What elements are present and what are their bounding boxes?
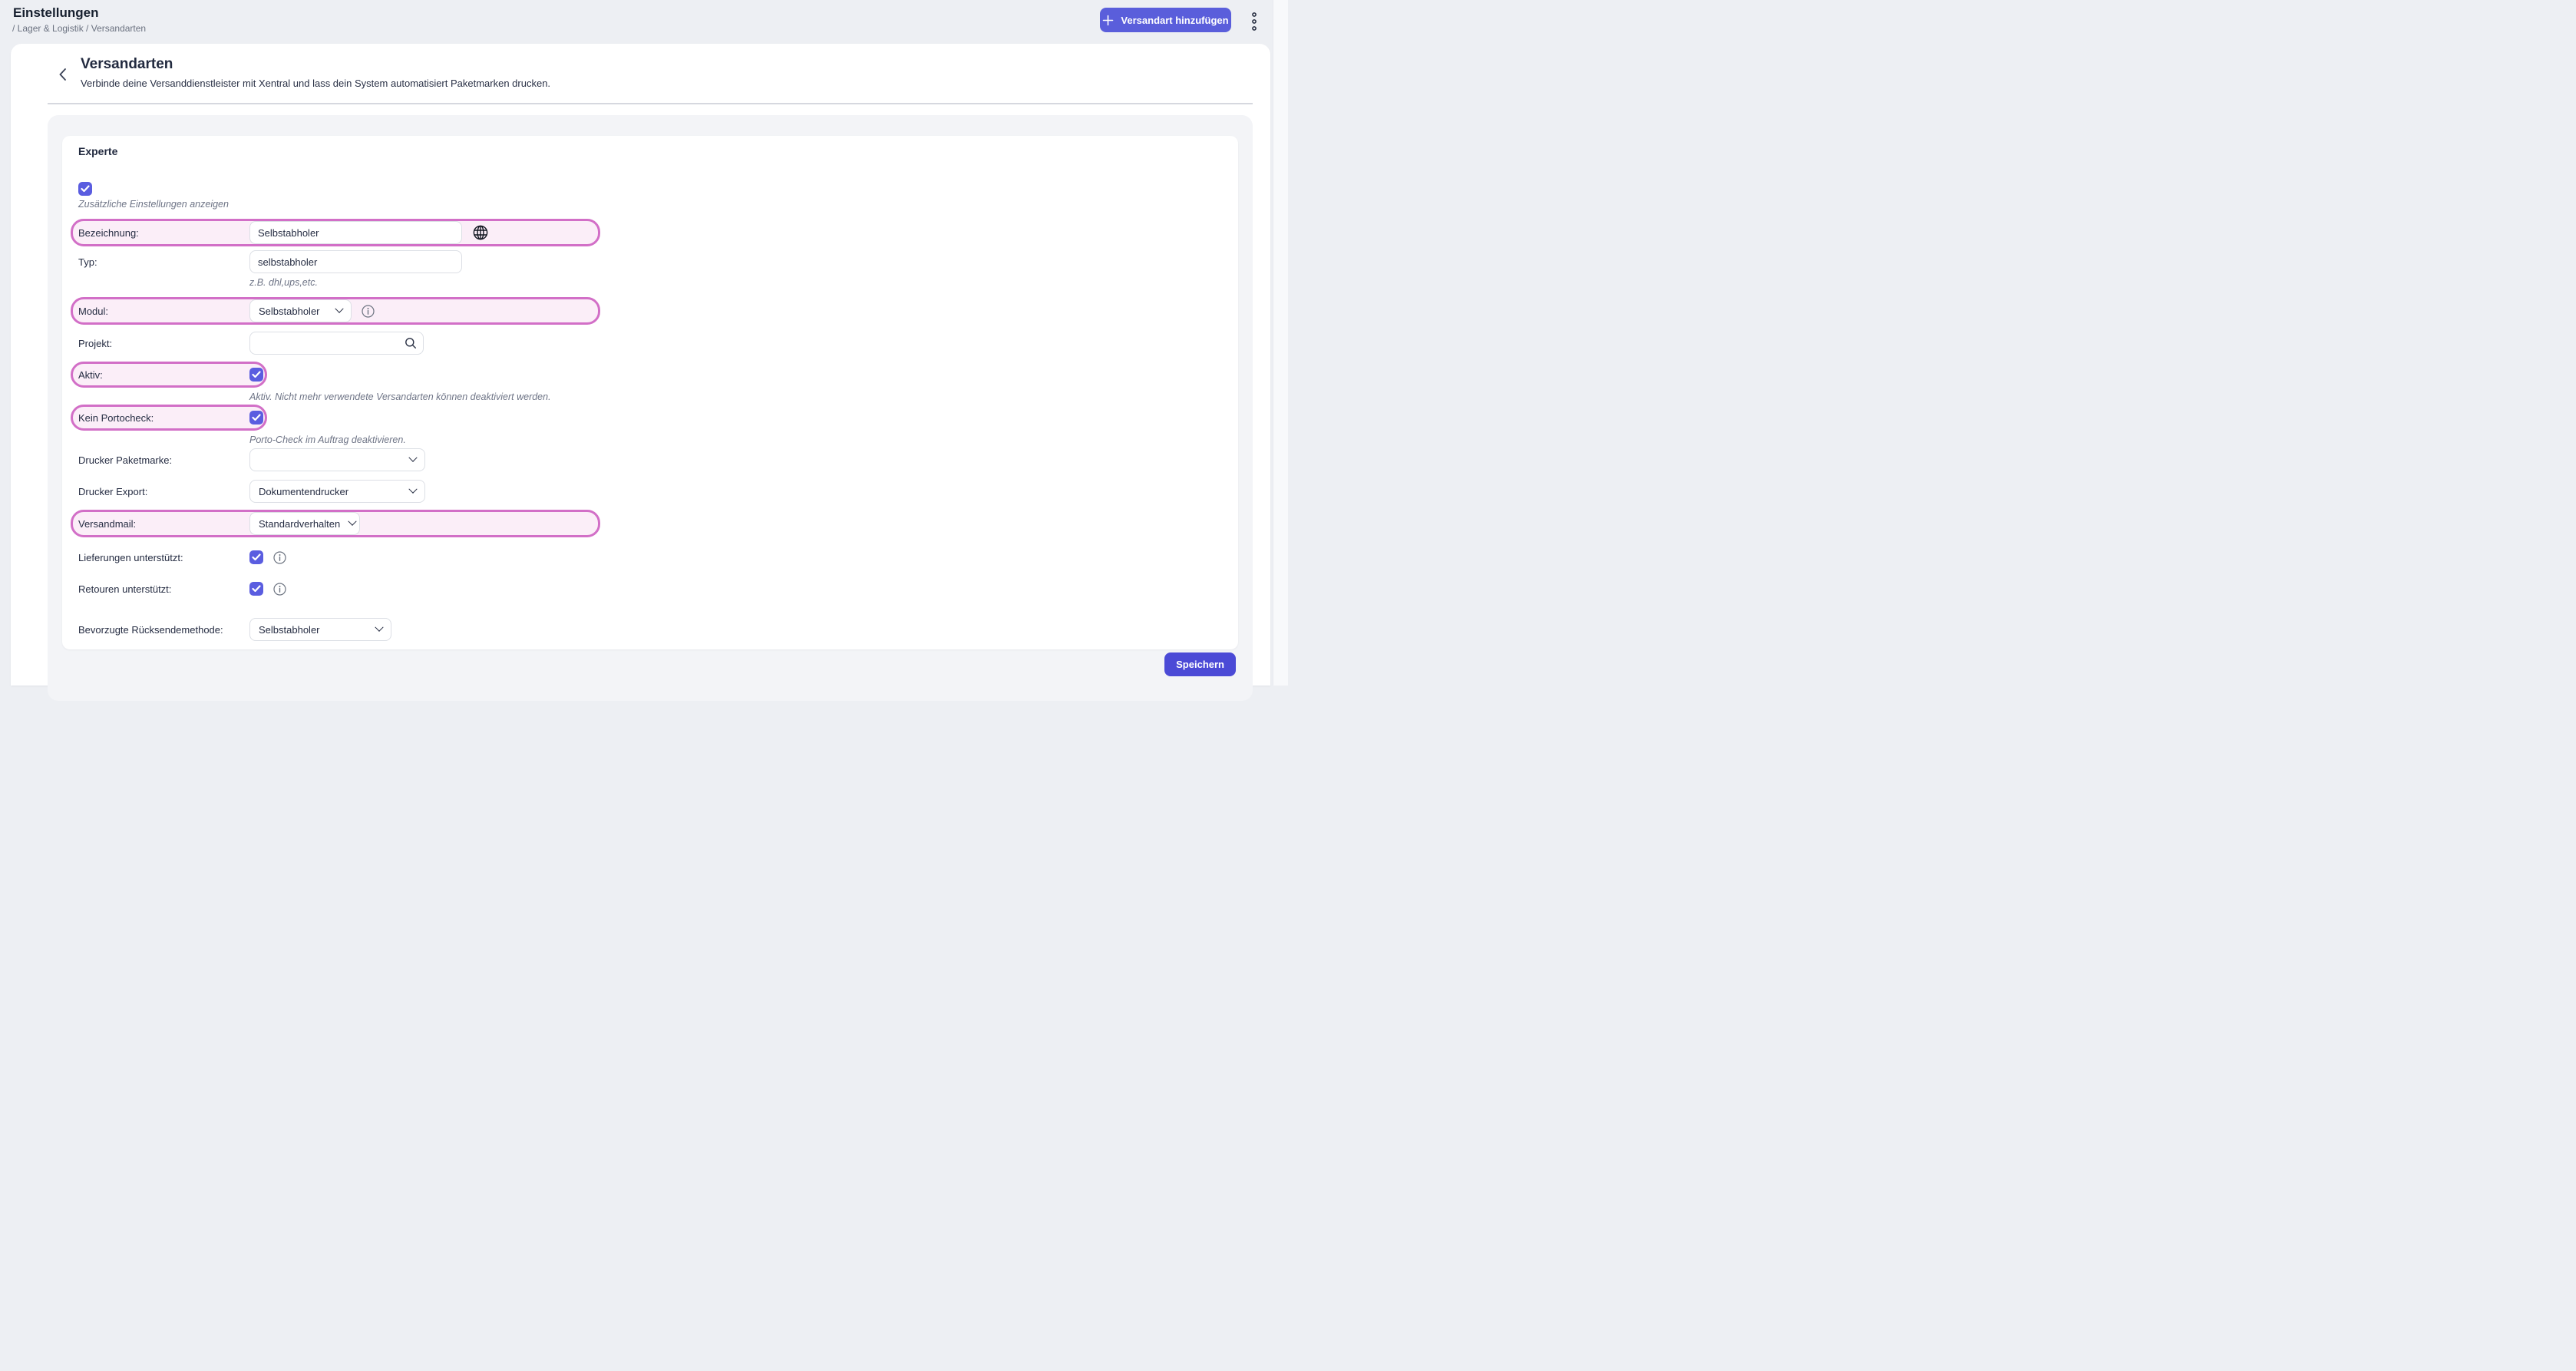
drucker-export-select[interactable]: Dokumentendrucker	[249, 480, 425, 503]
plus-icon	[1102, 15, 1114, 26]
save-button[interactable]: Speichern	[1164, 652, 1236, 676]
chevron-down-icon	[348, 517, 357, 526]
check-icon	[252, 553, 261, 561]
back-button[interactable]	[54, 67, 70, 84]
card-subtitle: Verbinde deine Versanddienstleister mit …	[81, 78, 550, 89]
field-row-versandmail: Versandmail: Standardverhalten	[71, 510, 600, 537]
projekt-label: Projekt:	[78, 338, 249, 349]
bezeichnung-label: Bezeichnung:	[78, 227, 249, 239]
page-header: Einstellungen / Lager & Logistik / Versa…	[0, 0, 1273, 44]
lieferungen-label: Lieferungen unterstützt:	[78, 552, 249, 563]
section-title: Experte	[78, 145, 1223, 157]
card-header: Versandarten Verbinde deine Versanddiens…	[11, 44, 1270, 104]
check-icon	[252, 585, 261, 593]
field-row-ruecksendemethode: Bevorzugte Rücksendemethode: Selbstabhol…	[78, 618, 1223, 641]
kein-portocheck-checkbox[interactable]	[249, 411, 263, 425]
field-row-aktiv: Aktiv:	[71, 362, 267, 388]
expert-form-card: Experte Zusätzliche Einstellungen anzeig…	[62, 136, 1238, 649]
versandmail-label: Versandmail:	[78, 518, 249, 530]
modul-select-value: Selbstabholer	[259, 306, 320, 317]
aktiv-label: Aktiv:	[78, 369, 249, 381]
aktiv-hint: Aktiv. Nicht mehr verwendete Versandarte…	[249, 391, 1223, 402]
field-row-modul: Modul: Selbstabholer	[71, 297, 600, 325]
typ-label: Typ:	[78, 256, 249, 268]
typ-input[interactable]	[249, 250, 462, 273]
drucker-export-select-value: Dokumentendrucker	[259, 486, 348, 497]
versandmail-select[interactable]: Standardverhalten	[249, 512, 360, 535]
projekt-input[interactable]	[249, 332, 424, 355]
check-icon	[252, 414, 261, 421]
typ-hint: z.B. dhl,ups,etc.	[249, 277, 1223, 288]
kebab-menu-button[interactable]	[1247, 10, 1262, 33]
extra-settings-checkbox[interactable]	[78, 182, 92, 196]
kein-portocheck-label: Kein Portocheck:	[78, 412, 249, 424]
chevron-down-icon	[375, 623, 383, 632]
add-versandart-label: Versandart hinzufügen	[1121, 15, 1228, 26]
kebab-icon	[1251, 12, 1257, 31]
card-title: Versandarten	[81, 56, 173, 73]
modul-label: Modul:	[78, 306, 249, 317]
field-row-retouren: Retouren unterstützt:	[78, 581, 1223, 596]
page-scrollbar[interactable]	[1273, 0, 1288, 686]
settings-panel: Experte Zusätzliche Einstellungen anzeig…	[48, 115, 1253, 701]
chevron-down-icon	[335, 305, 343, 313]
check-icon	[252, 371, 261, 378]
info-icon[interactable]	[362, 305, 375, 318]
field-row-lieferungen: Lieferungen unterstützt:	[78, 550, 1223, 565]
check-icon	[81, 185, 90, 193]
drucker-paketmarke-label: Drucker Paketmarke:	[78, 454, 249, 466]
field-row-drucker-export: Drucker Export: Dokumentendrucker	[78, 480, 1223, 503]
page-title: Einstellungen	[13, 5, 98, 21]
field-row-projekt: Projekt:	[78, 332, 1223, 355]
add-versandart-button[interactable]: Versandart hinzufügen	[1100, 8, 1231, 32]
header-divider	[48, 103, 1253, 104]
aktiv-checkbox[interactable]	[249, 368, 263, 382]
chevron-down-icon	[408, 485, 417, 494]
extra-settings-caption: Zusätzliche Einstellungen anzeigen	[78, 199, 1223, 210]
lieferungen-checkbox[interactable]	[249, 550, 263, 564]
info-icon[interactable]	[273, 551, 286, 564]
back-chevron-icon	[58, 68, 67, 81]
drucker-paketmarke-select[interactable]	[249, 448, 425, 471]
info-icon[interactable]	[273, 583, 286, 596]
chevron-down-icon	[408, 454, 417, 462]
drucker-export-label: Drucker Export:	[78, 486, 249, 497]
field-row-kein-portocheck: Kein Portocheck:	[71, 405, 267, 431]
ruecksendemethode-label: Bevorzugte Rücksendemethode:	[78, 624, 249, 636]
field-row-drucker-paketmarke: Drucker Paketmarke:	[78, 448, 1223, 471]
retouren-label: Retouren unterstützt:	[78, 583, 249, 595]
breadcrumb: / Lager & Logistik / Versandarten	[12, 23, 146, 34]
ruecksendemethode-select[interactable]: Selbstabholer	[249, 618, 391, 641]
modul-select[interactable]: Selbstabholer	[249, 299, 352, 322]
ruecksendemethode-select-value: Selbstabholer	[259, 624, 320, 636]
field-row-typ: Typ:	[78, 250, 1223, 273]
versandmail-select-value: Standardverhalten	[259, 518, 340, 530]
bezeichnung-input[interactable]	[249, 221, 462, 244]
globe-icon[interactable]	[472, 224, 489, 241]
field-row-bezeichnung: Bezeichnung:	[71, 219, 600, 246]
kein-portocheck-hint: Porto-Check im Auftrag deaktivieren.	[249, 434, 1223, 445]
main-card: Versandarten Verbinde deine Versanddiens…	[11, 44, 1270, 686]
retouren-checkbox[interactable]	[249, 582, 263, 596]
